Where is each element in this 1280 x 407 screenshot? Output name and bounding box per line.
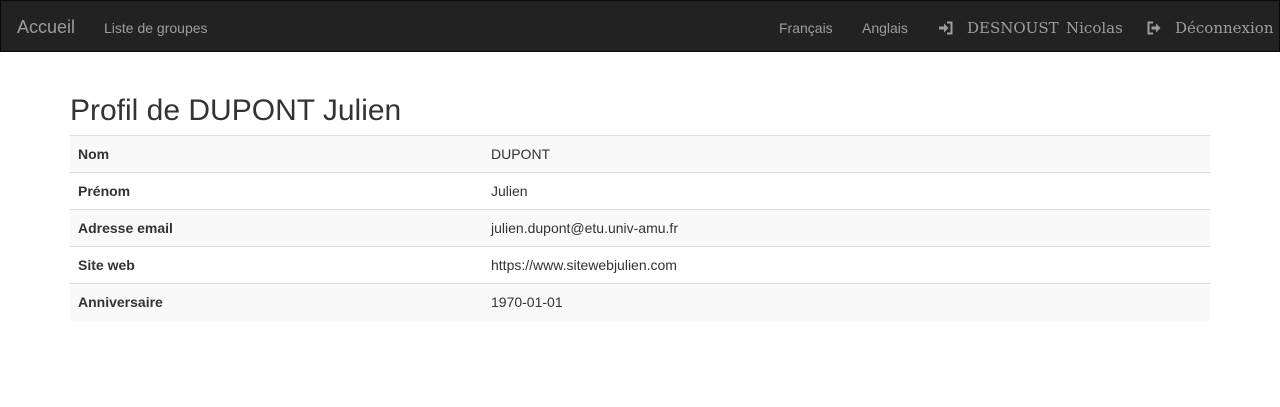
table-row-birthday: Anniversaire 1970-01-01 xyxy=(70,283,1210,321)
user-lastname[interactable]: DESNOUST xyxy=(967,20,1059,37)
profile-table: Nom DUPONT Prénom Julien Adresse email j… xyxy=(70,135,1210,321)
row-label: Anniversaire xyxy=(70,283,481,321)
row-label: Prénom xyxy=(70,172,481,210)
logout-link[interactable]: Déconnexion xyxy=(1175,20,1273,37)
nav-link-groups[interactable]: Liste de groupes xyxy=(104,20,208,36)
nav-link-english[interactable]: Anglais xyxy=(862,20,908,36)
user-firstname[interactable]: Nicolas xyxy=(1066,20,1123,37)
table-row-website: Site web https://www.sitewebjulien.com xyxy=(70,246,1210,284)
top-navbar: Accueil Liste de groupes Français Anglai… xyxy=(0,0,1280,52)
nav-link-french[interactable]: Français xyxy=(779,20,833,36)
row-value: DUPONT xyxy=(481,135,1210,173)
table-row-email: Adresse email julien.dupont@etu.univ-amu… xyxy=(70,209,1210,247)
row-value: Julien xyxy=(481,172,1210,210)
table-row-lastname: Nom DUPONT xyxy=(70,135,1210,173)
row-value: 1970-01-01 xyxy=(481,283,1210,321)
row-value: https://www.sitewebjulien.com xyxy=(481,246,1210,284)
page-title: Profil de DUPONT Julien xyxy=(70,94,402,127)
log-in-icon xyxy=(938,20,954,36)
row-label: Adresse email xyxy=(70,209,481,247)
row-label: Nom xyxy=(70,135,481,173)
row-value: julien.dupont@etu.univ-amu.fr xyxy=(481,209,1210,247)
row-label: Site web xyxy=(70,246,481,284)
brand-link-home[interactable]: Accueil xyxy=(17,17,75,37)
log-out-icon xyxy=(1146,20,1162,36)
table-row-firstname: Prénom Julien xyxy=(70,172,1210,210)
